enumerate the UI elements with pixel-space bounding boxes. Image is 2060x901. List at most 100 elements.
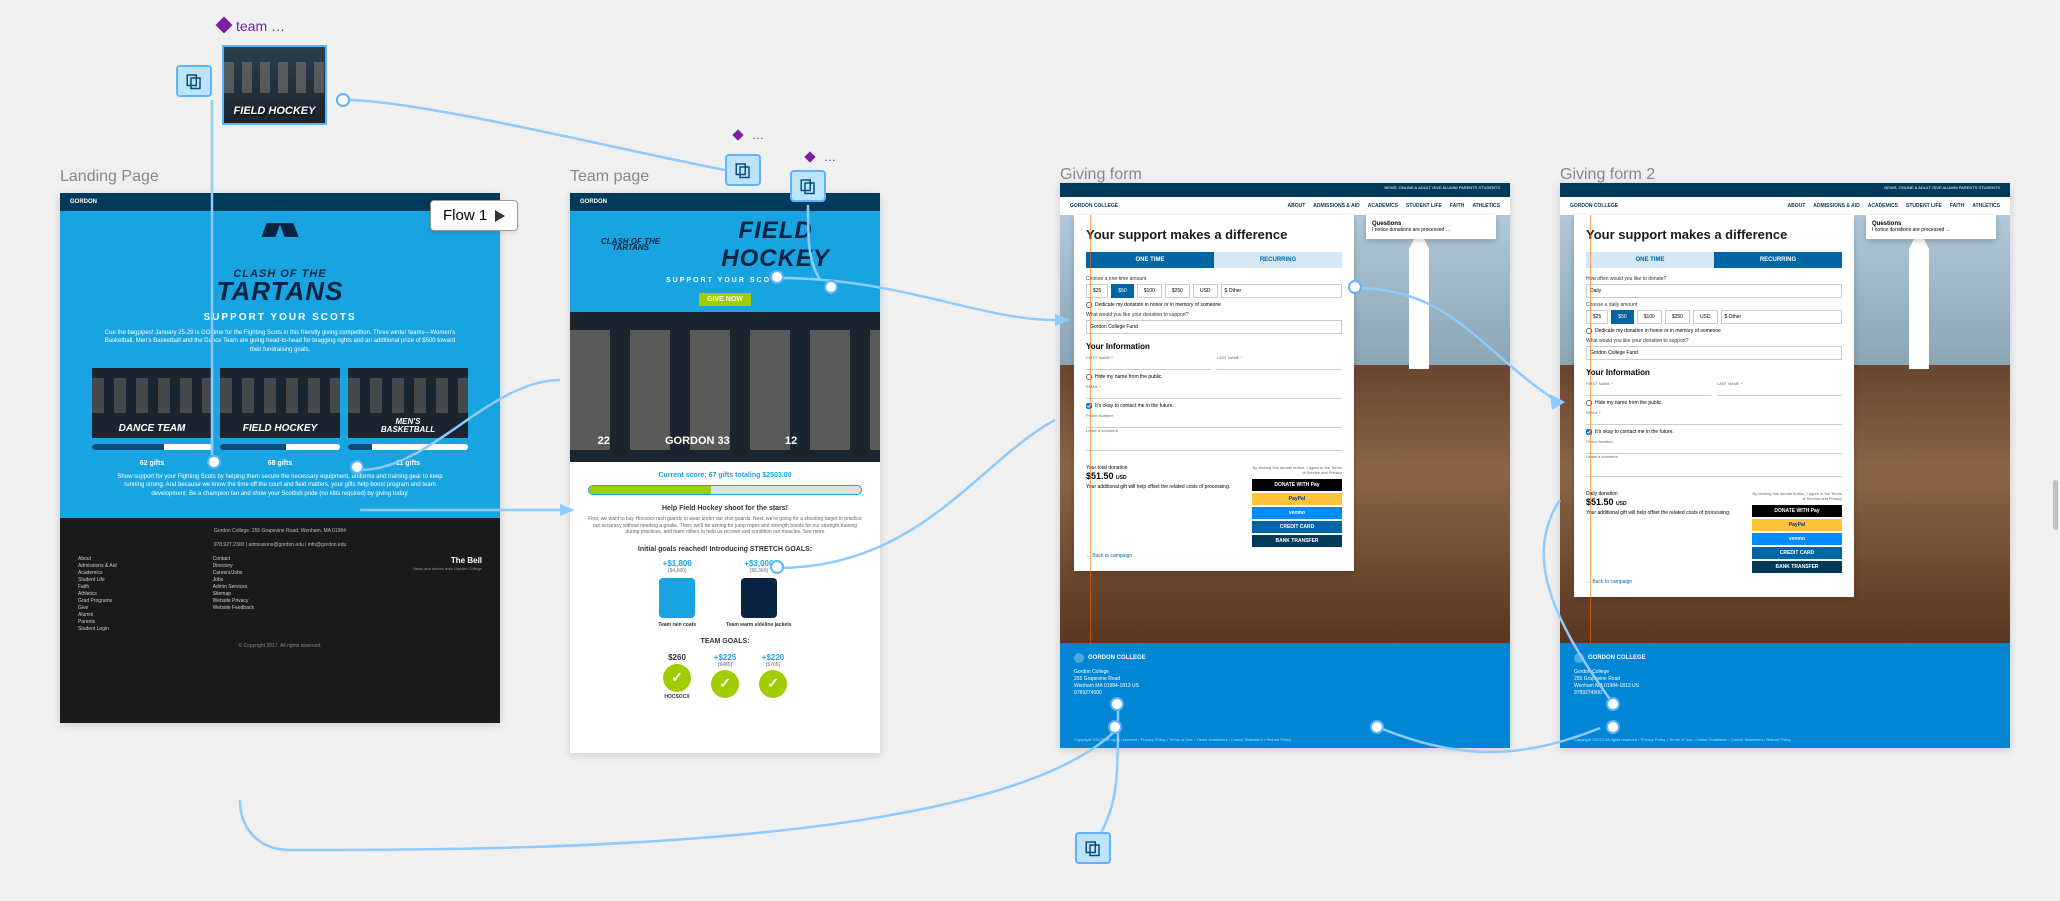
first-name-input[interactable] [1086,360,1211,370]
last-name-input[interactable] [1717,386,1842,396]
frame-label-form1[interactable]: Giving form [1060,166,1142,184]
component-thumbnail[interactable]: FIELD HOCKEY [222,45,327,125]
first-name-input[interactable] [1586,386,1711,396]
amount-option[interactable]: $25 [1586,310,1608,324]
amount-option[interactable]: $50 [1611,310,1633,324]
connection-node[interactable] [1370,720,1384,734]
tab-recurring[interactable]: RECURRING [1214,252,1342,268]
donate-paypal-button[interactable]: PayPal [1752,519,1842,531]
donate-apple-button[interactable]: DONATE WITH Pay [1252,479,1342,491]
connection-node[interactable] [1348,280,1362,294]
frame-label-team[interactable]: Team page [570,168,649,186]
connection-node[interactable] [1108,720,1122,734]
component-header[interactable]: team … [218,18,285,34]
last-name-input[interactable] [1217,360,1342,370]
frame-form1[interactable]: NEWS, ONLINE & ADULT GIVE ALUMNI PARENTS… [1060,183,1510,748]
connection-node[interactable] [350,460,364,474]
amount-option[interactable]: $50 [1111,284,1133,298]
page-footer: GORDON COLLEGE Gordon College255 Grapevi… [1560,643,2010,748]
instance-label-1[interactable]: … [734,128,764,142]
tab-onetime[interactable]: ONE TIME [1086,252,1214,268]
give-now-button[interactable]: GIVE NOW [699,293,751,306]
frame-team[interactable]: GORDON CLASH OF THE TARTANS FIELD HOCKEY… [570,193,880,753]
contact-ok-checkbox[interactable]: It's okay to contact me in the future. [1586,429,1842,435]
team-goal: $260 HOCSOCX [663,653,691,700]
hero: CLASH OF THE TARTANS SUPPORT YOUR SCOTS … [60,211,500,518]
bell-logo: The Bell News and stories from Gordon Co… [347,556,482,633]
intro-text: Cue the bagpipes! January 25-29 is GO ti… [80,329,480,354]
connection-node[interactable] [770,270,784,284]
donate-bank-button[interactable]: BANK TRANSFER [1252,535,1342,547]
amount-option[interactable]: $100 [1137,284,1162,298]
donate-paypal-button[interactable]: PayPal [1252,493,1342,505]
designation-select[interactable]: Gordon College Fund [1086,320,1342,334]
connection-node[interactable] [1606,697,1620,711]
questions-box: Questions I notice donations are process… [1366,215,1496,239]
currency-select[interactable]: USD [1193,284,1218,298]
phone-input[interactable] [1086,418,1342,428]
interaction-hotspot[interactable] [1075,832,1111,864]
comment-input[interactable] [1086,433,1342,451]
donate-venmo-button[interactable]: venmo [1252,507,1342,519]
frame-label-form2[interactable]: Giving form 2 [1560,166,1655,184]
diamond-icon [734,128,746,142]
hide-name-checkbox[interactable]: Hide my name from the public. [1586,400,1842,406]
donate-cc-button[interactable]: CREDIT CARD [1752,547,1842,559]
designation-select[interactable]: Gordon College Fund [1586,346,1842,360]
thumb-title: FIELD HOCKEY [234,105,316,117]
email-input[interactable] [1586,415,1842,425]
team-photo: 22GORDON 3312 [570,312,880,462]
amount-other[interactable]: $ Other [1721,310,1843,324]
instance-label-2[interactable]: … [806,150,836,164]
amount-option[interactable]: $25 [1086,284,1108,298]
currency-select[interactable]: USD [1693,310,1718,324]
play-icon [495,210,505,222]
comment-input[interactable] [1586,459,1842,477]
connection-node[interactable] [336,93,350,107]
interaction-hotspot[interactable] [176,65,212,97]
connection-node[interactable] [1110,697,1124,711]
progress-bar [588,485,862,495]
frequency-select[interactable]: Daily [1586,284,1842,298]
figma-canvas[interactable]: { "component": { "label": "team …", "thu… [0,0,2060,901]
connection-node[interactable] [770,560,784,574]
flow-start-badge[interactable]: Flow 1 [430,200,518,231]
phone-input[interactable] [1586,444,1842,454]
connection-node[interactable] [824,280,838,294]
frequency-tabs: ONE TIME RECURRING [1086,252,1342,268]
back-link[interactable]: ← Back to campaign [1586,579,1842,585]
tab-onetime[interactable]: ONE TIME [1586,252,1714,268]
stretch-goal: +$1,800($4,600) Team rain coats [658,559,696,628]
steeple-graphic [1409,249,1429,369]
team-card[interactable]: DANCE TEAM [92,368,212,450]
team-card[interactable]: FIELD HOCKEY [220,368,340,450]
donate-bank-button[interactable]: BANK TRANSFER [1752,561,1842,573]
frame-label-landing[interactable]: Landing Page [60,168,159,186]
scrollbar-thumb[interactable] [2053,480,2058,530]
interaction-hotspot[interactable] [790,170,826,202]
donation-form: Your support makes a difference ONE TIME… [1074,215,1354,571]
amount-option[interactable]: $100 [1637,310,1662,324]
connection-node[interactable] [1606,720,1620,734]
frame-landing[interactable]: GORDON CLASH OF THE TARTANS SUPPORT YOUR… [60,193,500,723]
tab-recurring[interactable]: RECURRING [1714,252,1842,268]
email-input[interactable] [1086,389,1342,399]
dedicate-checkbox[interactable]: Dedicate my donation in honor or in memo… [1086,302,1342,308]
amount-option[interactable]: $250 [1665,310,1690,324]
hide-name-checkbox[interactable]: Hide my name from the public. [1086,374,1342,380]
support-sub: SUPPORT YOUR SCOTS [80,312,480,323]
footer-col-2: ContactDirectoryCareers/JobsJobsAdmin Se… [213,556,348,633]
questions-box: Questions I notice donations are process… [1866,215,1996,239]
amount-other[interactable]: $ Other [1221,284,1343,298]
dedicate-checkbox[interactable]: Dedicate my donation in honor or in memo… [1586,328,1842,334]
frame-form2[interactable]: NEWS, ONLINE & ADULT GIVE ALUMNI PARENTS… [1560,183,2010,748]
amount-option[interactable]: $250 [1165,284,1190,298]
donate-cc-button[interactable]: CREDIT CARD [1252,521,1342,533]
contact-ok-checkbox[interactable]: It's okay to contact me in the future. [1086,403,1342,409]
connection-node[interactable] [207,455,221,469]
donate-apple-button[interactable]: DONATE WITH Pay [1752,505,1842,517]
back-link[interactable]: ← Back to campaign [1086,553,1342,559]
team-card[interactable]: MEN'SBASKETBALL [348,368,468,450]
interaction-hotspot[interactable] [725,154,761,186]
donate-venmo-button[interactable]: venmo [1752,533,1842,545]
